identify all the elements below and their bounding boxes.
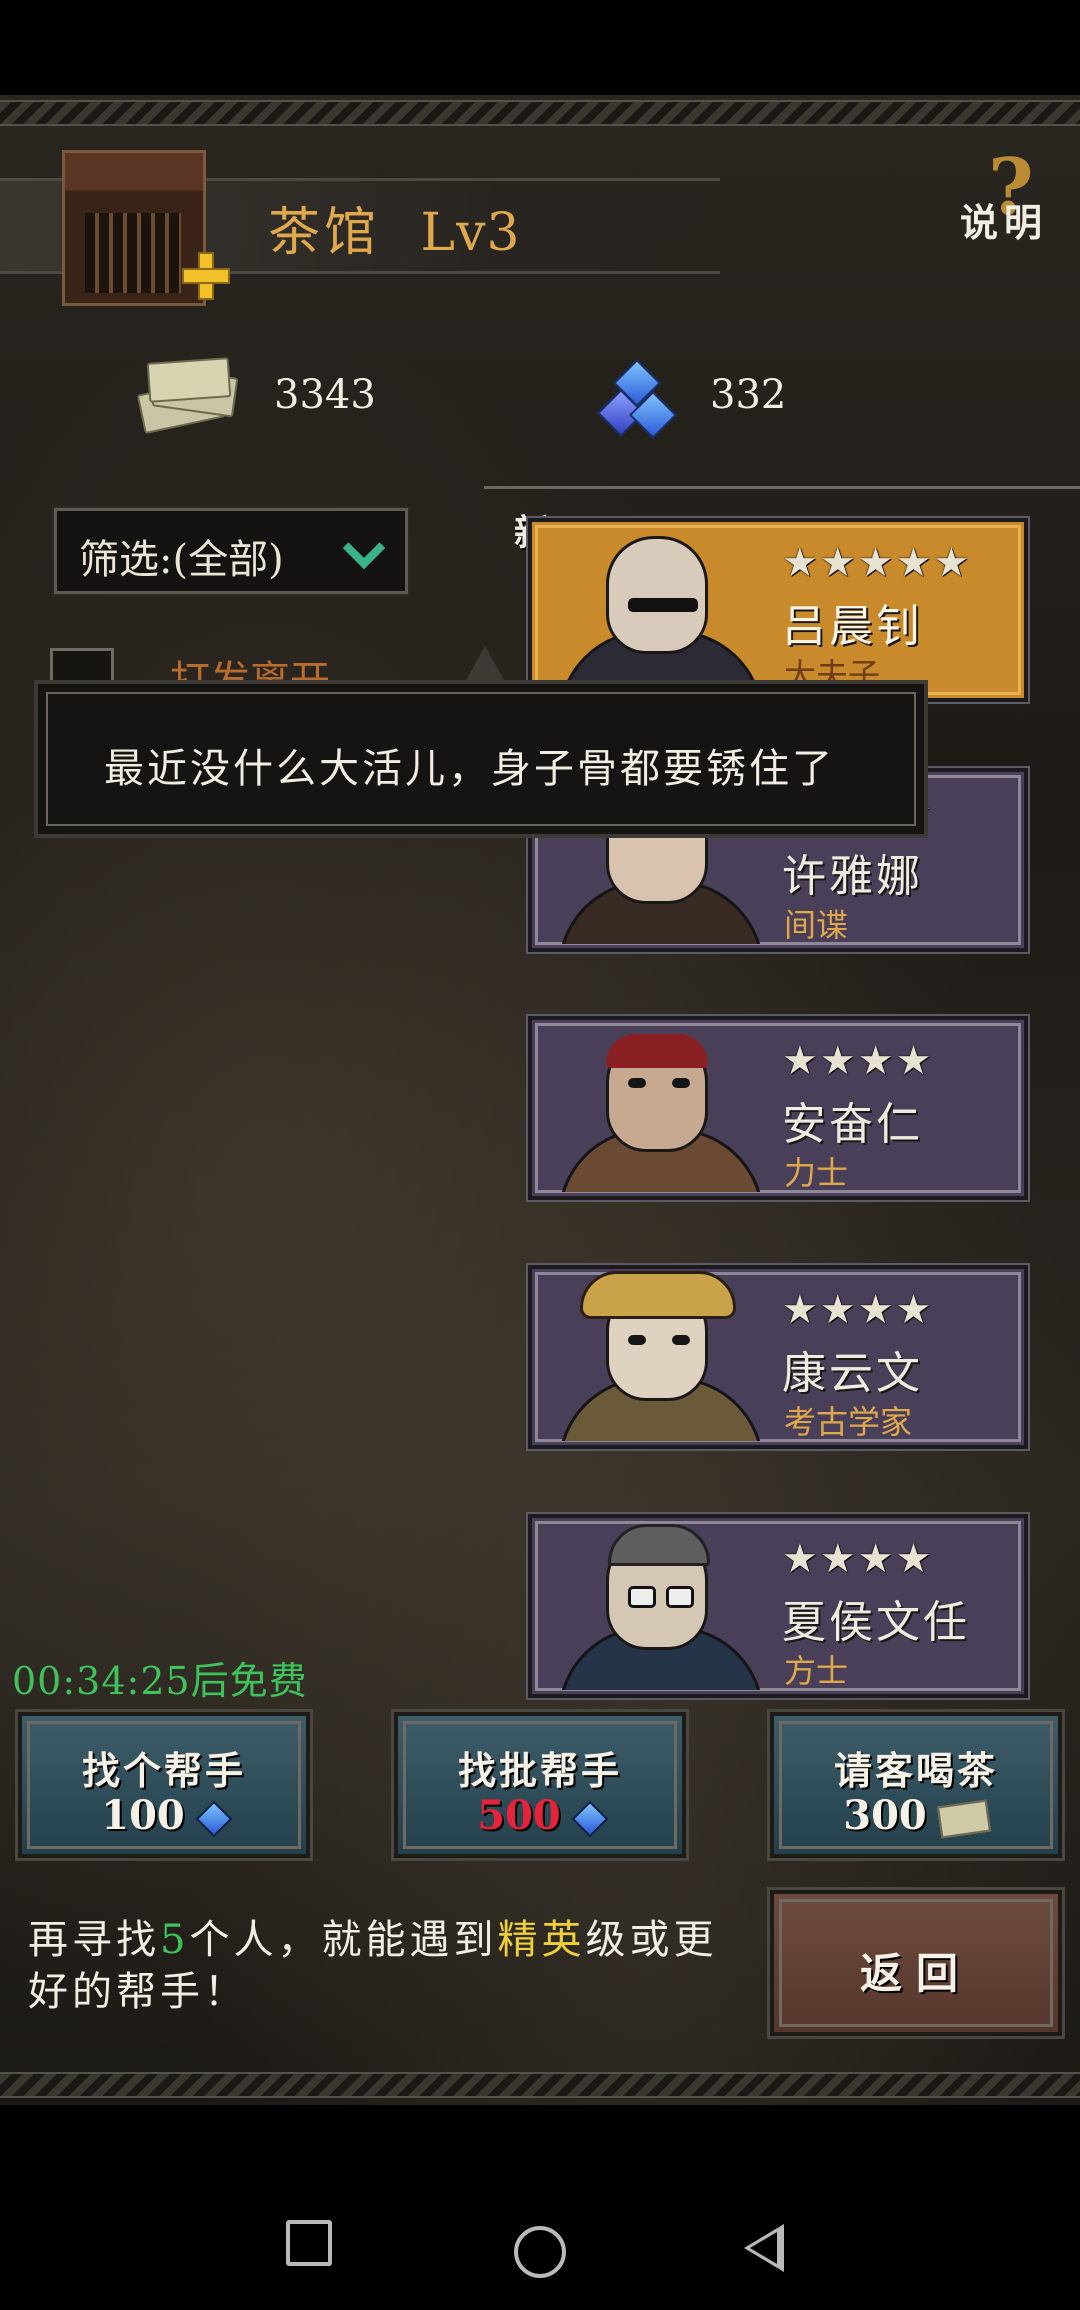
top-border: [0, 100, 1080, 126]
button-label: 找批帮手: [457, 1748, 622, 1793]
hero-card[interactable]: ★★★★ 夏侯文任 方士: [528, 1514, 1028, 1698]
dialog-text: 最近没什么大活儿，身子骨都要锈住了: [104, 746, 835, 792]
button-label: 请客喝茶: [833, 1748, 998, 1793]
hero-stars: ★★★★: [782, 1536, 934, 1582]
free-timer: 00:34:25后免费: [12, 1659, 308, 1703]
title-text: 茶馆: [268, 203, 381, 263]
find-batch-helpers-button[interactable]: 找批帮手 500: [394, 1712, 686, 1858]
recents-icon[interactable]: [286, 2220, 332, 2266]
dialog-tail: [465, 646, 505, 682]
hero-card[interactable]: ★★★★★ 吕晨钊 大夫子: [528, 518, 1028, 702]
hero-class: 考古学家: [784, 1403, 913, 1441]
hero-class: 方士: [784, 1652, 849, 1690]
gem-icon: [195, 1800, 233, 1838]
hero-portrait: [536, 1514, 766, 1690]
hero-stars: ★★★★: [782, 1287, 934, 1333]
find-one-helper-button[interactable]: 找个帮手 100: [18, 1712, 310, 1858]
hero-portrait: [536, 1016, 766, 1192]
hero-class: 间谍: [784, 906, 849, 944]
hero-name: 许雅娜: [782, 851, 923, 902]
divider: [484, 486, 1080, 489]
hero-name: 夏侯文任: [782, 1597, 970, 1648]
back-button[interactable]: 返回: [770, 1890, 1062, 2036]
filter-label: 筛选:(全部): [79, 537, 284, 583]
treat-tea-button[interactable]: 请客喝茶 300: [770, 1712, 1062, 1858]
bottom-border: [0, 2072, 1080, 2098]
hero-card[interactable]: ★★★★ 安奋仁 力士: [528, 1016, 1028, 1200]
hint-count: 5: [160, 1917, 190, 1963]
hero-name: 吕晨钊: [782, 601, 923, 652]
hero-card[interactable]: ★★★★ 康云文 考古学家: [528, 1265, 1028, 1449]
hint-text: 再寻找5个人，就能遇到精英级或更好的帮手！: [28, 1917, 718, 2015]
help-button[interactable]: ? 说明: [960, 142, 1070, 250]
filter-dropdown[interactable]: 筛选:(全部): [52, 506, 410, 596]
home-icon[interactable]: [514, 2226, 566, 2278]
back-nav-icon[interactable]: [744, 2224, 784, 2272]
cash-icon: [136, 357, 239, 435]
speech-dialog[interactable]: 最近没什么大活儿，身子骨都要锈住了: [34, 680, 928, 838]
gem-icon: [571, 1800, 609, 1838]
gem-icon: [596, 358, 678, 440]
button-cost: 500: [477, 1792, 561, 1839]
hero-portrait: [536, 1265, 766, 1441]
gem-value: 332: [710, 372, 787, 418]
back-label: 返回: [859, 1949, 972, 1998]
hero-name: 康云文: [782, 1348, 923, 1399]
hint-rank: 精英: [497, 1917, 586, 1963]
hero-portrait: [536, 518, 766, 694]
button-label: 找个帮手: [81, 1748, 246, 1793]
cash-icon: [936, 1799, 991, 1839]
upgrade-plus-icon[interactable]: [182, 252, 230, 300]
money-value: 3343: [274, 372, 376, 418]
hero-stars: ★★★★★: [782, 540, 972, 586]
hero-class: 力士: [784, 1154, 849, 1192]
help-label: 说明: [960, 200, 1049, 245]
button-cost: 300: [843, 1792, 927, 1839]
hero-stars: ★★★★: [782, 1038, 934, 1084]
chevron-down-icon: [343, 533, 383, 573]
page-title: 茶馆 Lv3: [268, 190, 521, 265]
button-cost: 100: [101, 1792, 185, 1839]
title-level: Lv3: [420, 203, 521, 263]
hero-name: 安奋仁: [782, 1099, 923, 1150]
